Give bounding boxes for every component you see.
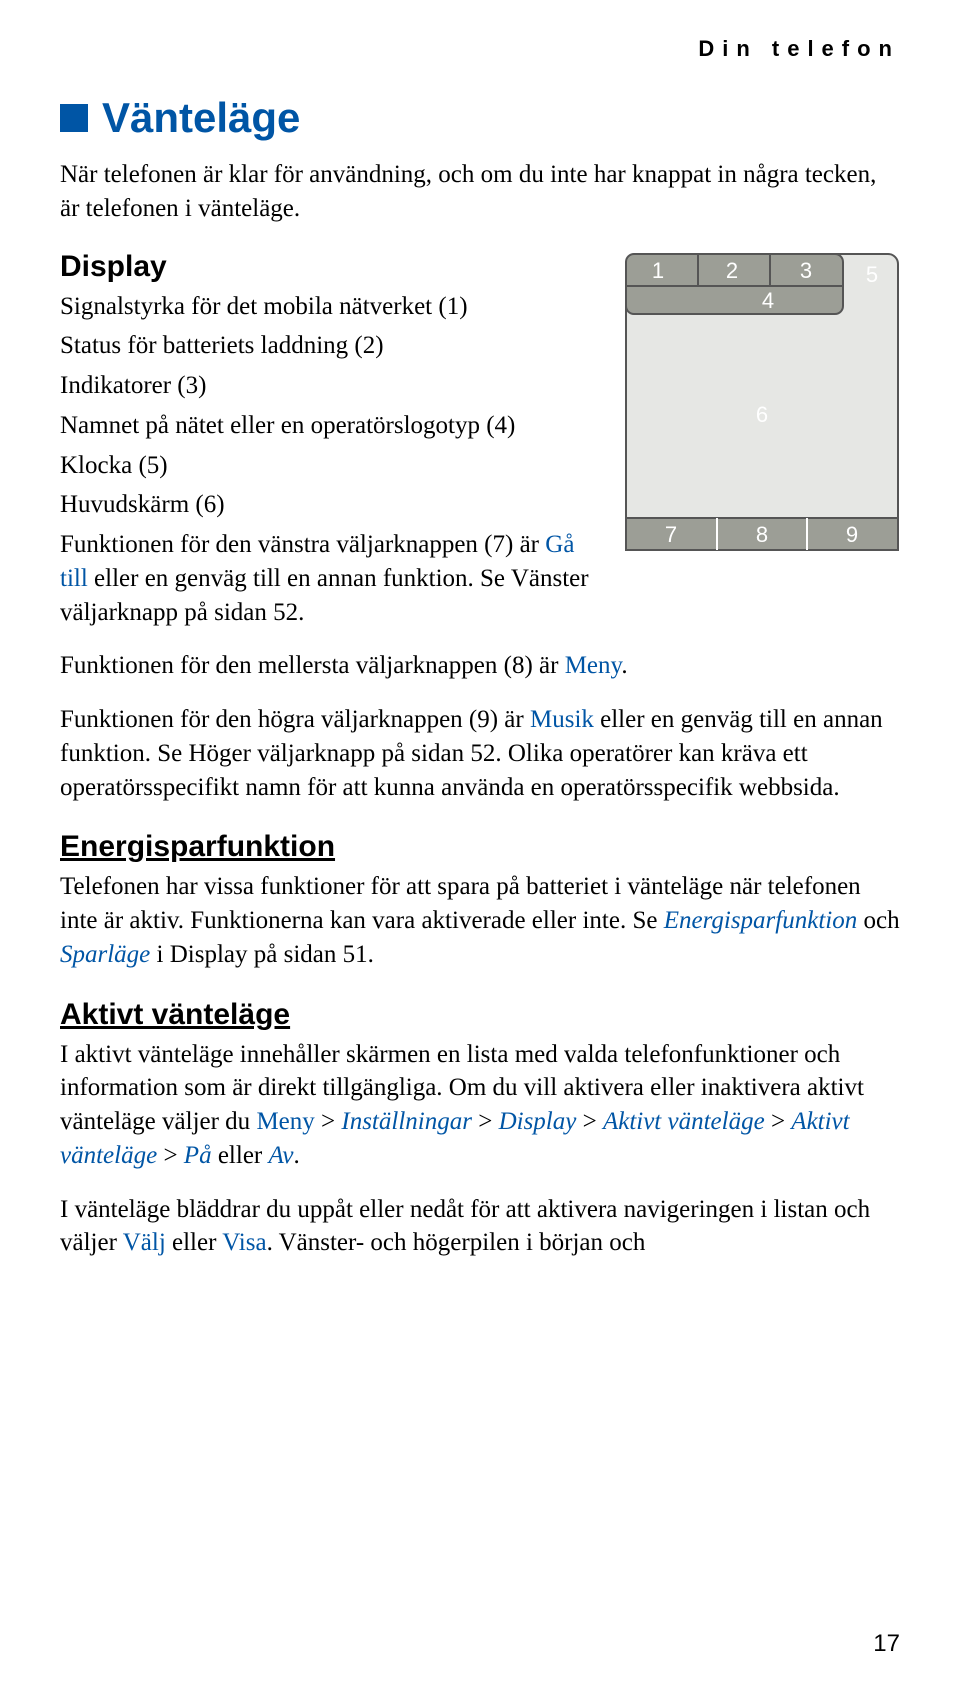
intro-paragraph: När telefonen är klar för användning, oc… <box>60 158 900 226</box>
running-header: Din telefon <box>60 36 900 62</box>
text: Funktionen för den högra väljarknappen (… <box>60 706 530 733</box>
text: i Display på sidan 51. <box>150 941 374 968</box>
active-paragraph-2: I vänteläge bläddrar du uppåt eller nedå… <box>60 1193 900 1261</box>
phone-display-diagram: 1 2 3 4 5 6 7 8 9 <box>624 246 900 557</box>
highlight-word: Visa <box>222 1229 266 1256</box>
italic-link: Display <box>499 1108 577 1135</box>
func9-paragraph: Funktionen för den högra väljarknappen (… <box>60 703 900 804</box>
italic-link: På <box>184 1142 212 1169</box>
diagram-label: 1 <box>652 258 664 283</box>
text: > <box>765 1108 792 1135</box>
diagram-label: 6 <box>756 402 768 427</box>
active-paragraph-1: I aktivt vänteläge innehåller skärmen en… <box>60 1038 900 1173</box>
func8-paragraph: Funktionen för den mellersta väljarknapp… <box>60 649 900 683</box>
func7-paragraph: Funktionen för den vänstra väljarknappen… <box>60 528 600 629</box>
text: > <box>576 1108 603 1135</box>
highlight-word: Välj <box>123 1229 166 1256</box>
diagram-label: 5 <box>866 262 878 287</box>
display-item: Klocka (5) <box>60 449 600 483</box>
text: eller en genväg till en annan funktion. … <box>60 565 589 626</box>
text: > <box>472 1108 499 1135</box>
italic-link: Av <box>269 1142 294 1169</box>
display-item: Status för batteriets laddning (2) <box>60 329 600 363</box>
text: . <box>621 652 627 679</box>
section-heading-row: Vänteläge <box>60 96 900 140</box>
display-item: Signalstyrka för det mobila nätverket (1… <box>60 290 600 324</box>
text: > <box>157 1142 184 1169</box>
display-item: Indikatorer (3) <box>60 369 600 403</box>
text: och <box>857 907 899 934</box>
text: Funktionen för den mellersta väljarknapp… <box>60 652 565 679</box>
highlight-word: Meny <box>256 1108 314 1135</box>
display-subheading: Display <box>60 250 600 284</box>
section-heading: Vänteläge <box>102 96 300 140</box>
energy-subheading: Energisparfunktion <box>60 830 900 864</box>
italic-link: Inställningar <box>341 1108 472 1135</box>
diagram-label: 2 <box>726 258 738 283</box>
italic-link: Sparläge <box>60 941 150 968</box>
page-number: 17 <box>873 1630 900 1658</box>
diagram-label: 3 <box>800 258 812 283</box>
energy-paragraph: Telefonen har vissa funktioner för att s… <box>60 870 900 971</box>
text: Funktionen för den vänstra väljarknappen… <box>60 531 545 558</box>
text: > <box>315 1108 342 1135</box>
diagram-label: 4 <box>762 288 774 313</box>
display-item: Huvudskärm (6) <box>60 488 600 522</box>
highlight-word: Meny <box>565 652 622 679</box>
text: eller <box>212 1142 269 1169</box>
square-bullet-icon <box>60 104 88 132</box>
text: eller <box>166 1229 222 1256</box>
text: . <box>294 1142 300 1169</box>
highlight-word: Musik <box>530 706 594 733</box>
active-subheading: Aktivt vänteläge <box>60 998 900 1032</box>
display-item: Namnet på nätet eller en operatörslogoty… <box>60 409 600 443</box>
diagram-label: 9 <box>846 522 858 547</box>
diagram-label: 7 <box>665 522 677 547</box>
text: . Vänster- och högerpilen i början och <box>267 1229 646 1256</box>
diagram-label: 8 <box>756 522 768 547</box>
italic-link: Aktivt vänteläge <box>603 1108 765 1135</box>
italic-link: Energisparfunktion <box>664 907 858 934</box>
